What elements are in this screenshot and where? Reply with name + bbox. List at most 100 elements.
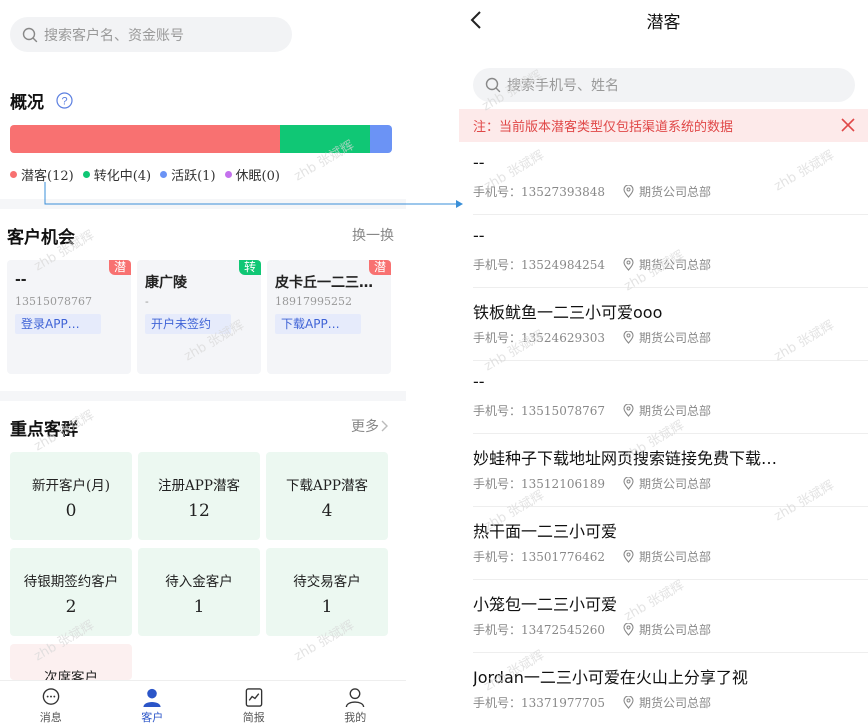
location-pin-icon — [623, 185, 634, 198]
group-count: 1 — [321, 597, 333, 617]
location-pin-icon — [623, 696, 634, 709]
phone-prefix: 手机号： — [473, 477, 522, 491]
phone-prefix: 手机号： — [473, 696, 522, 710]
opportunity-tag: 登录APP… — [15, 314, 101, 334]
group-label: 注册APP潜客 — [158, 478, 240, 494]
prospect-location: 期货公司总部 — [639, 550, 712, 564]
legend-label: 休眠(0) — [235, 169, 280, 184]
customer-phone: 13515078767 — [15, 295, 92, 308]
legend-item[interactable]: 潜客(12) — [10, 165, 74, 184]
customer-group-card[interactable]: 待交易客户 1 — [266, 548, 388, 636]
prospect-location: 期货公司总部 — [639, 331, 712, 345]
tab-label: 我的 — [344, 711, 367, 724]
location-pin-icon — [623, 331, 634, 344]
prospect-location: 期货公司总部 — [639, 477, 712, 491]
phone-prefix: 手机号： — [473, 404, 522, 418]
customer-group-card[interactable]: 下载APP潜客 4 — [266, 452, 388, 540]
legend-dot — [224, 171, 232, 178]
legend-item[interactable]: 活跃(1) — [160, 165, 216, 184]
search-icon — [22, 27, 38, 42]
tab-report[interactable]: 简报 — [203, 681, 305, 725]
tab-messages[interactable]: 消息 — [0, 681, 102, 725]
svg-text:?: ? — [61, 96, 67, 108]
tab-label: 客户 — [141, 711, 164, 724]
group-label: 下载APP潜客 — [286, 478, 368, 494]
overview-bar-segment — [10, 125, 280, 153]
prospect-phone: 13501776462 — [521, 549, 605, 564]
legend-dot — [10, 171, 17, 178]
bottom-tab-bar: 消息 客户 简报 我的 — [0, 680, 406, 725]
notice-text: 注：当前版本潜客类型仅包括渠道系统的数据 — [473, 120, 734, 135]
location-pin-icon — [623, 623, 634, 636]
section-divider — [0, 199, 406, 209]
overview-title: 概况 — [10, 93, 44, 113]
customer-phone: - — [145, 295, 149, 308]
overview-header: 概况 ? — [10, 88, 73, 113]
user-filled-icon — [143, 688, 161, 708]
customer-search-input[interactable]: 搜索客户名、资金账号 — [10, 17, 292, 52]
customer-phone: 18917995252 — [275, 295, 352, 308]
customer-group-card[interactable]: 次席客户 — [10, 644, 132, 686]
phone-prefix: 手机号： — [473, 258, 522, 272]
prospect-name: 铁板鱿鱼一二三小可爱ooo — [473, 303, 663, 322]
opportunity-card[interactable]: 潜皮卡丘一二三… 18917995252 下载APP… — [267, 260, 391, 374]
legend-label: 转化中(4) — [93, 169, 152, 184]
legend-label: 活跃(1) — [171, 169, 216, 184]
prospect-name: -- — [473, 372, 485, 391]
phone-prefix: 手机号： — [473, 623, 522, 637]
refresh-opportunities-link[interactable]: 换一换 — [352, 225, 394, 245]
overview-legend: 潜客(12) 转化中(4) 活跃(1) 休眠(0) — [10, 165, 289, 184]
prospect-name: 热干面一二三小可爱 — [473, 522, 618, 541]
tab-label: 简报 — [242, 711, 265, 724]
tab-mine[interactable]: 我的 — [305, 681, 407, 725]
location-pin-icon — [623, 550, 634, 563]
legend-label: 潜客(12) — [21, 169, 74, 184]
chart-report-icon — [245, 688, 263, 707]
prospect-phone: 13524984254 — [521, 257, 605, 272]
prospect-meta: 手机号： 13527393848 期货公司总部 — [473, 183, 711, 200]
user-outline-icon — [345, 688, 365, 708]
customer-name: 皮卡丘一二三… — [275, 275, 373, 291]
opportunity-card[interactable]: 潜 -- 13515078767 登录APP… — [7, 260, 131, 374]
prospect-phone: 13527393848 — [521, 184, 605, 199]
search-placeholder: 搜索客户名、资金账号 — [44, 27, 184, 44]
customer-name: 康广陵 — [145, 275, 187, 291]
phone-prefix: 手机号： — [473, 550, 522, 564]
prospects-panel: 潜客 搜索手机号、姓名 注：当前版本潜客类型仅包括渠道系统的数据 -- 手机号： 1… — [459, 0, 868, 725]
prospect-location: 期货公司总部 — [639, 623, 712, 637]
prospect-phone: 13515078767 — [521, 403, 605, 418]
group-label: 新开客户(月) — [31, 478, 111, 494]
customer-group-card[interactable]: 注册APP潜客 12 — [138, 452, 260, 540]
legend-item[interactable]: 休眠(0) — [224, 165, 280, 184]
location-pin-icon — [623, 477, 634, 490]
prospect-meta: 手机号： 13501776462 期货公司总部 — [473, 548, 711, 565]
close-icon[interactable] — [840, 117, 856, 133]
group-label: 待入金客户 — [165, 574, 233, 590]
group-count: 2 — [65, 597, 77, 617]
prospect-location: 期货公司总部 — [639, 696, 712, 710]
tab-label: 消息 — [39, 711, 62, 724]
prospect-list-item[interactable]: 热干面一二三小可爱手机号： 13501776462 期货公司总部 — [473, 507, 868, 580]
overview-bar-segment — [369, 125, 392, 153]
group-count: 12 — [188, 501, 210, 521]
prospect-location: 期货公司总部 — [639, 185, 712, 199]
tab-customers[interactable]: 客户 — [102, 681, 204, 725]
chevron-right-icon — [381, 420, 388, 432]
group-count: 0 — [65, 501, 77, 521]
more-groups-link[interactable]: 更多 — [351, 416, 389, 436]
customer-group-card[interactable]: 新开客户(月) 0 — [10, 452, 132, 540]
legend-dot — [160, 171, 168, 178]
prospect-meta: 手机号： 13371977705 期货公司总部 — [473, 694, 711, 711]
question-circle-icon[interactable]: ? — [56, 92, 73, 109]
legend-item[interactable]: 转化中(4) — [82, 165, 152, 184]
customer-name: -- — [15, 272, 27, 288]
page-title: 潜客 — [646, 13, 681, 33]
prospect-name: -- — [473, 226, 485, 245]
group-label: 待交易客户 — [293, 574, 361, 590]
prospect-meta: 手机号： 13512106189 期货公司总部 — [473, 475, 711, 492]
group-label: 待银期签约客户 — [23, 574, 119, 590]
section-divider — [0, 391, 406, 401]
prospect-phone: 13472545260 — [521, 622, 605, 637]
chat-bubble-icon — [42, 688, 60, 705]
customer-group-card[interactable]: 待入金客户 1 — [138, 548, 260, 636]
